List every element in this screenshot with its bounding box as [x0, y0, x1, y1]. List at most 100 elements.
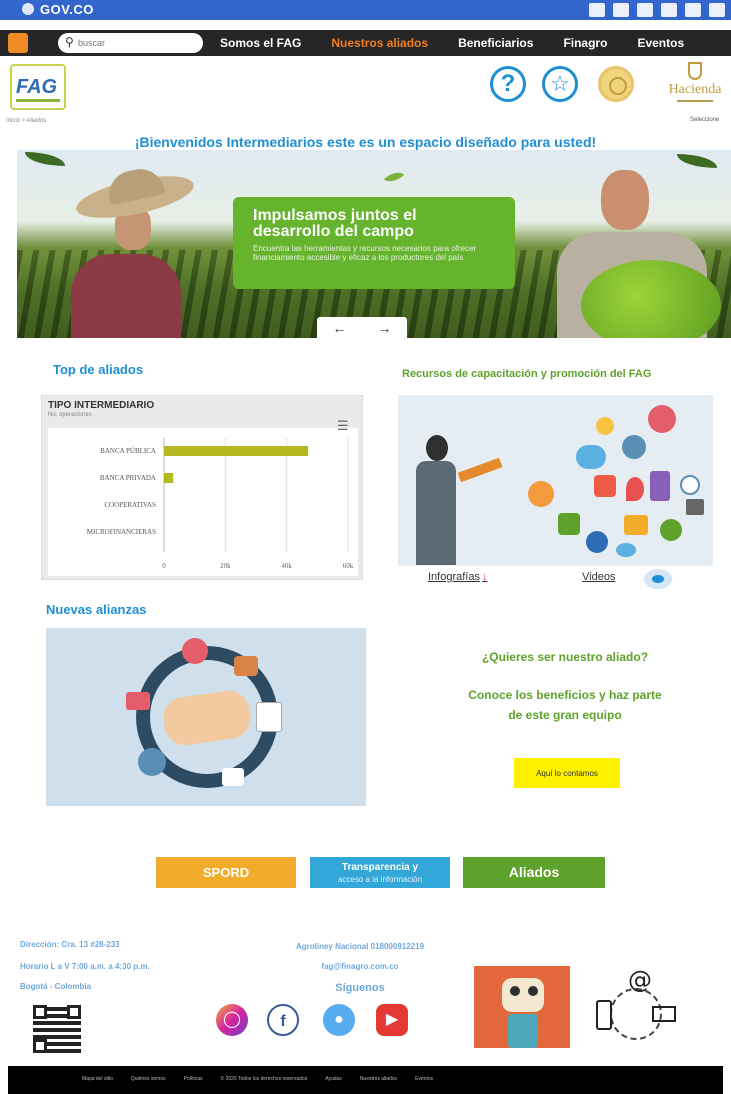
sporo-button[interactable]: SPORD: [156, 857, 296, 888]
accessibility-icon[interactable]: ☆: [542, 66, 578, 102]
chart-title: TIPO INTERMEDIARIO: [48, 400, 155, 411]
contrast-icon[interactable]: [685, 3, 701, 17]
gov-logo-text: GOV.CO: [40, 2, 94, 17]
gov-social-links: [589, 3, 725, 17]
youtube-icon[interactable]: ▶: [376, 1004, 408, 1036]
alianzas-image: [46, 628, 366, 806]
fag-logo[interactable]: FAG: [10, 64, 66, 110]
cta-text: Conoce los beneficios y haz parte de este…: [405, 685, 725, 725]
video-icon: [594, 475, 616, 497]
twitter-icon: [616, 543, 636, 557]
logo-stripe: [16, 99, 60, 102]
twitter-icon[interactable]: ●: [323, 1004, 355, 1036]
hero-title: Impulsamos juntos el desarrollo del campo: [253, 208, 495, 240]
phone-icon: [650, 471, 670, 501]
hero-text: Encuentra las herramientas y recursos ne…: [253, 244, 477, 262]
leaf-decoration: [383, 167, 405, 187]
instagram-icon[interactable]: [613, 3, 629, 17]
chart-category-label: MICROFINANCIERAS: [87, 528, 156, 536]
gov-logo[interactable]: GOV.CO: [22, 2, 94, 17]
cta-button[interactable]: Aquí lo contamos: [514, 758, 620, 788]
welcome-heading: ¡Bienvenidos Intermediarios este es un e…: [134, 134, 597, 150]
instagram-icon[interactable]: ◯: [216, 1004, 248, 1036]
carousel-nav: ← →: [317, 317, 407, 338]
nav-item-somos[interactable]: Somos el FAG: [220, 36, 301, 50]
globe-icon: [138, 748, 166, 776]
youtube-icon[interactable]: [637, 3, 653, 17]
woman-body: [71, 254, 181, 338]
footer-link[interactable]: Ayudas: [325, 1076, 342, 1082]
clock-icon: [680, 475, 700, 495]
footer-address: Dirección: Cra. 13 #28-233: [20, 940, 120, 949]
language-selector[interactable]: Seleccione: [690, 117, 719, 123]
footer-link[interactable]: Mapa del sitio: [82, 1076, 113, 1082]
search-box[interactable]: ⚲: [58, 33, 203, 53]
person-head: [426, 435, 448, 461]
cta-text-line2: de este gran equipo: [508, 708, 622, 722]
qr-code: [30, 1002, 84, 1056]
aliados-button[interactable]: Aliados: [463, 857, 605, 888]
man-face: [601, 170, 649, 230]
aliados-chart: TIPO INTERMEDIARIO No. operaciones 0 20k 4…: [41, 395, 363, 580]
qr-marker: [33, 1005, 47, 1019]
footer-email[interactable]: fag@finagro.com.co: [250, 962, 470, 971]
fag-logo-text: FAG: [16, 76, 58, 98]
text-size-icon[interactable]: [709, 3, 725, 17]
contact-devices-illustration: @: [590, 966, 690, 1048]
videos-link[interactable]: Videos: [582, 571, 615, 583]
card-icon: [222, 768, 244, 786]
nav-item-aliados[interactable]: Nuestros aliados: [331, 36, 428, 50]
footer-link[interactable]: Nuestros aliados: [360, 1076, 397, 1082]
footer-link[interactable]: Políticas: [184, 1076, 203, 1082]
eye-icon[interactable]: [644, 569, 672, 589]
telescope-icon: [457, 457, 503, 483]
robot-eye: [510, 986, 520, 996]
robot-head: [502, 978, 544, 1012]
mail-icon: [126, 692, 150, 710]
breadcrumb: Inicio > Aliados: [6, 118, 47, 124]
hacienda-logo[interactable]: Hacienda: [660, 62, 730, 112]
hero-title-line2: desarrollo del campo: [253, 223, 414, 240]
robot-illustration: [474, 966, 570, 1048]
mail-icon: [652, 1006, 676, 1022]
footer-link[interactable]: Quiénes somos: [131, 1076, 166, 1082]
search-input[interactable]: [78, 36, 193, 50]
carousel-prev-button[interactable]: ←: [333, 320, 347, 336]
nav-item-beneficiarios[interactable]: Beneficiarios: [458, 36, 533, 50]
nav-item-eventos[interactable]: Eventos: [637, 36, 684, 50]
farmer-man-image: [547, 170, 731, 338]
alianzas-title: Nuevas alianzas: [46, 602, 147, 617]
help-icon[interactable]: ?: [490, 66, 526, 102]
infografias-link[interactable]: Infografías ↓: [428, 571, 487, 583]
nav-item-finagro[interactable]: Finagro: [563, 36, 607, 50]
leaf-decoration: [25, 152, 65, 166]
robot-eye: [528, 986, 538, 996]
gear-icon: [528, 481, 554, 507]
facebook-icon[interactable]: f: [267, 1004, 299, 1036]
gear-icon: [660, 519, 682, 541]
home-icon[interactable]: [8, 33, 28, 53]
chart-category-label: BANCA PRIVADA: [100, 474, 156, 482]
twitter-icon[interactable]: [661, 3, 677, 17]
cta-question: ¿Quieres ser nuestro aliado?: [481, 650, 649, 664]
chart-tick-label: 0: [162, 562, 166, 570]
chart-menu-icon[interactable]: ☰: [337, 418, 349, 434]
footer-link[interactable]: Eventos: [415, 1076, 433, 1082]
carousel-next-button[interactable]: →: [378, 320, 392, 336]
gear-icon: [648, 405, 676, 433]
facebook-icon[interactable]: [589, 3, 605, 17]
chart-bar: [164, 446, 309, 456]
cloud-icon: [576, 445, 606, 469]
transparencia-button[interactable]: Transparencia y acceso a la información: [310, 857, 450, 888]
document-icon: [256, 702, 282, 732]
chart-icon: [624, 515, 648, 535]
hacienda-text: Hacienda: [668, 82, 722, 97]
person-illustration: [410, 435, 460, 565]
search-icon[interactable]: ⚲: [65, 35, 74, 49]
infografias-link-text: Infografías: [428, 571, 480, 583]
recursos-image: [398, 395, 713, 565]
footer-phone: Agroliney Nacional 018000912219: [295, 942, 425, 951]
hero-title-line1: Impulsamos juntos el: [253, 207, 417, 224]
recursos-links: Infografías ↓ Videos: [398, 565, 713, 591]
cta-text-line1: Conoce los beneficios y haz parte: [468, 688, 662, 702]
